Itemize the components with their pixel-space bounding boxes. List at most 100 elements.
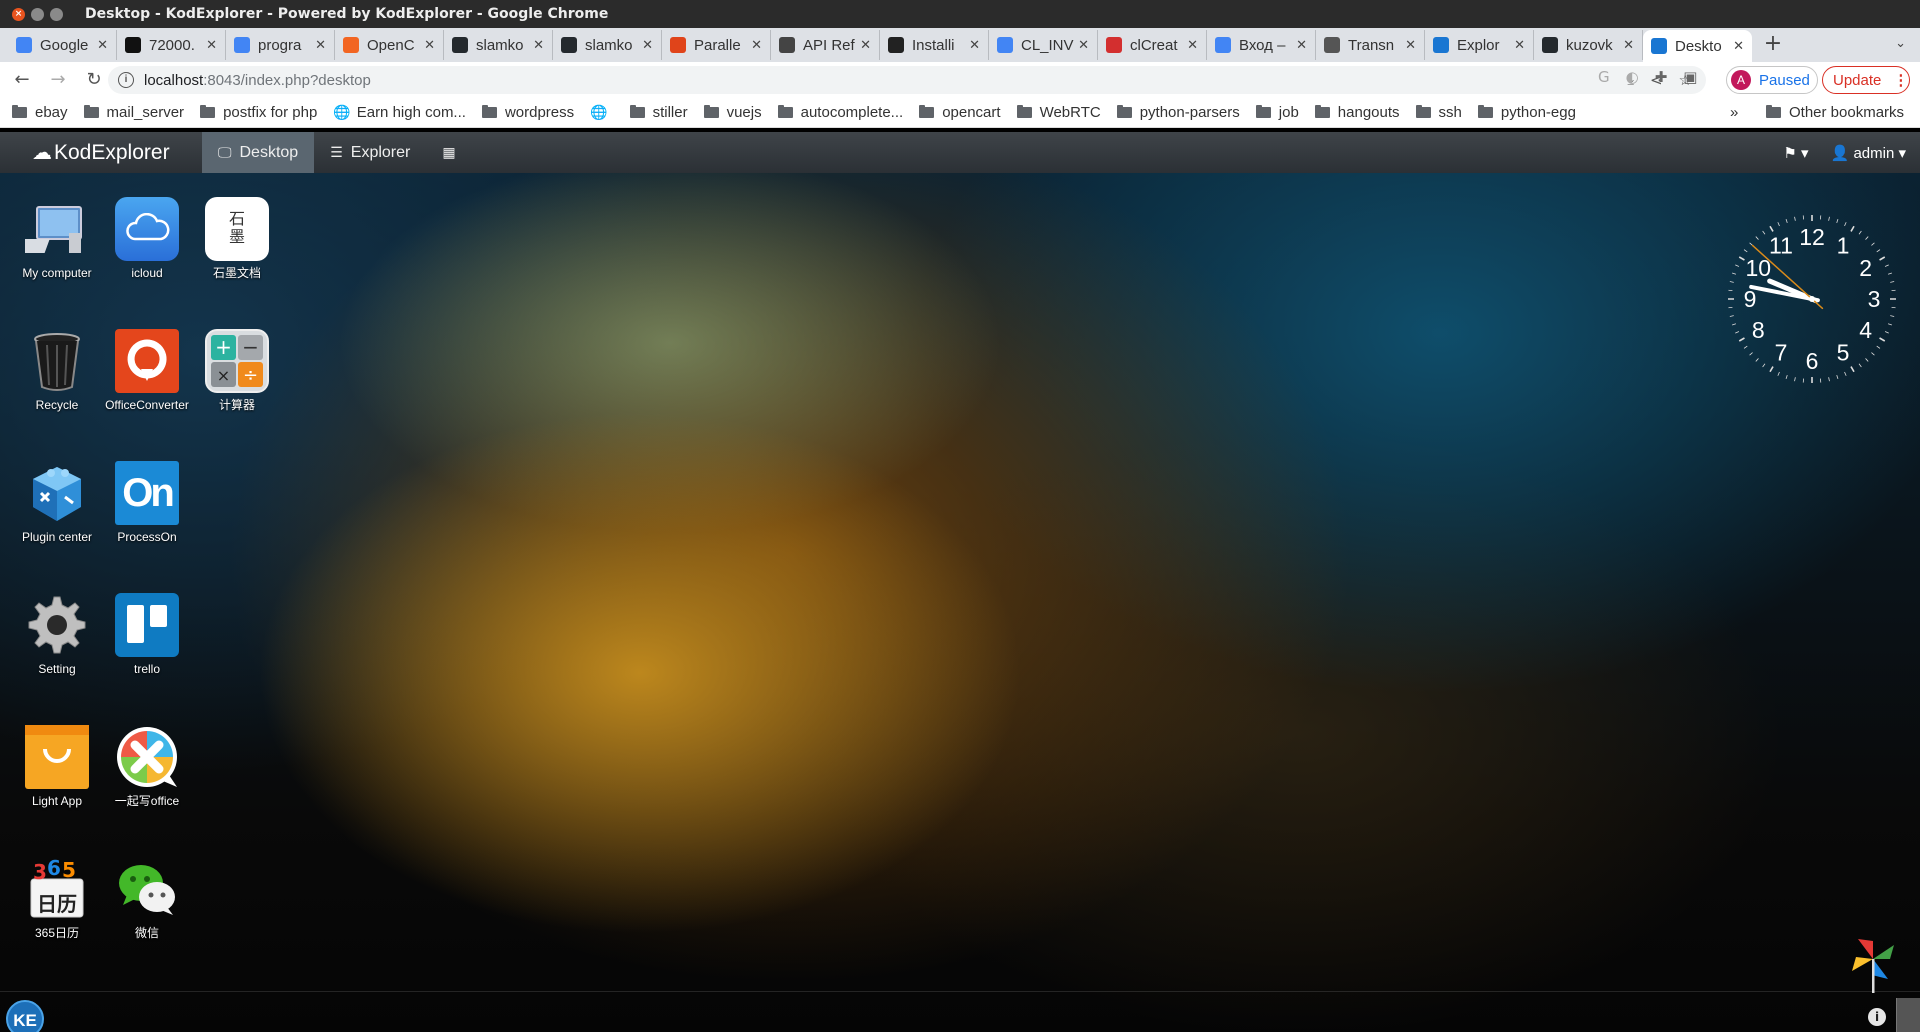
bookmark-label: vuejs: [726, 104, 762, 121]
bookmark-13[interactable]: hangouts: [1314, 104, 1400, 121]
bookmark-12[interactable]: job: [1255, 104, 1299, 121]
address-bar[interactable]: i localhost:8043/index.php?desktop ⤓ ⋖ ☆: [108, 66, 1706, 94]
desktop-icon-wechat[interactable]: 微信: [104, 857, 190, 942]
desktop-icon-officeconverter[interactable]: OfficeConverter: [104, 329, 190, 414]
bookmark-11[interactable]: python-parsers: [1116, 104, 1240, 121]
google-extension-icon[interactable]: G: [1598, 68, 1610, 86]
nav-desktop[interactable]: 🖵 Desktop: [202, 132, 315, 173]
tab-14[interactable]: kuzovk ✕: [1534, 30, 1643, 60]
desktop-icon-setting[interactable]: Setting: [14, 593, 100, 678]
tab-4[interactable]: slamko ✕: [444, 30, 553, 60]
icon-label: 一起写office: [114, 794, 180, 808]
new-tab-button[interactable]: +: [1758, 30, 1788, 60]
tab-5[interactable]: slamko ✕: [553, 30, 662, 60]
kod-brand[interactable]: ☁ KodExplorer: [0, 132, 202, 173]
puzzle-extensions-icon[interactable]: ✚: [1655, 68, 1668, 86]
desktop-icon-processon[interactable]: On ProcessOn: [104, 461, 190, 546]
extension-circle-icon[interactable]: ◐: [1626, 68, 1639, 86]
tab-11[interactable]: Вход – ✕: [1207, 30, 1316, 60]
tab-close-icon[interactable]: ✕: [97, 38, 108, 53]
back-button[interactable]: ←: [8, 66, 36, 94]
site-info-icon[interactable]: i: [118, 72, 134, 88]
desktop-icon-yiqixie[interactable]: 一起写office: [104, 725, 190, 810]
tab-close-icon[interactable]: ✕: [1405, 38, 1416, 53]
tab-1[interactable]: 72000. ✕: [117, 30, 226, 60]
tab-10[interactable]: clCreat ✕: [1098, 30, 1207, 60]
bookmark-8[interactable]: autocomplete...: [777, 104, 903, 121]
bookmark-label: stiller: [652, 104, 688, 121]
tab-12[interactable]: Transn ✕: [1316, 30, 1425, 60]
window-maximize-button[interactable]: [50, 7, 63, 21]
bookmark-15[interactable]: python-egg: [1477, 104, 1576, 121]
update-button[interactable]: Update ⋮: [1822, 66, 1910, 94]
tab-close-icon[interactable]: ✕: [206, 38, 217, 53]
tab-6[interactable]: Paralle ✕: [662, 30, 771, 60]
bookmark-label: Earn high com...: [356, 104, 466, 121]
start-menu-button[interactable]: KE: [6, 1000, 44, 1032]
address-url[interactable]: localhost:8043/index.php?desktop: [144, 72, 371, 89]
tab-0[interactable]: Google ✕: [8, 30, 117, 60]
bookmark-2[interactable]: postfix for php: [200, 104, 317, 121]
flag-dropdown-icon[interactable]: ⚑ ▾: [1783, 144, 1808, 162]
tab-search-chevron-icon[interactable]: ⌄: [1895, 36, 1906, 51]
tab-7[interactable]: API Ref ✕: [771, 30, 880, 60]
bookmark-0[interactable]: ebay: [12, 104, 68, 121]
profile-button[interactable]: A Paused: [1726, 66, 1818, 94]
clock-number: 6: [1806, 348, 1819, 374]
folder-icon: [1016, 105, 1032, 118]
bookmark-10[interactable]: WebRTC: [1016, 104, 1101, 121]
side-panel-icon[interactable]: ▣: [1683, 68, 1697, 86]
bookmark-5[interactable]: 🌐: [590, 104, 613, 121]
tab-close-icon[interactable]: ✕: [533, 38, 544, 53]
bookmark-4[interactable]: wordpress: [481, 104, 574, 121]
reload-button[interactable]: ↻: [80, 66, 108, 94]
tab-9[interactable]: CL_INV ✕: [989, 30, 1098, 60]
user-menu[interactable]: 👤 admin ▾: [1831, 144, 1906, 162]
tab-close-icon[interactable]: ✕: [1078, 38, 1089, 53]
desktop-icon-shimo[interactable]: 石墨 石墨文档: [194, 197, 280, 282]
bookmark-6[interactable]: stiller: [629, 104, 688, 121]
desktop-icon-my-computer[interactable]: My computer: [14, 197, 100, 282]
nav-grid[interactable]: ▦: [426, 132, 471, 173]
tab-close-icon[interactable]: ✕: [642, 38, 653, 53]
tab-close-icon[interactable]: ✕: [1623, 38, 1634, 53]
bookmarks-overflow-button[interactable]: »: [1730, 104, 1738, 121]
show-desktop-button[interactable]: [1896, 998, 1920, 1032]
tab-15[interactable]: Deskto ✕: [1643, 30, 1752, 62]
nav-explorer[interactable]: ☰ Explorer: [314, 132, 426, 173]
tab-close-icon[interactable]: ✕: [751, 38, 762, 53]
tab-13[interactable]: Explor ✕: [1425, 30, 1534, 60]
forward-button[interactable]: →: [44, 66, 72, 94]
window-close-button[interactable]: ×: [12, 7, 25, 21]
bookmark-14[interactable]: ssh: [1415, 104, 1462, 121]
bookmark-7[interactable]: vuejs: [703, 104, 762, 121]
tab-close-icon[interactable]: ✕: [860, 38, 871, 53]
desktop-icon-light-app[interactable]: Light App: [14, 725, 100, 810]
tab-close-icon[interactable]: ✕: [1296, 38, 1307, 53]
office-converter-icon: [115, 329, 179, 393]
desktop-icon-calendar-365[interactable]: 日历 3 6 5 365日历: [14, 857, 100, 942]
desktop-icon-trello[interactable]: trello: [104, 593, 190, 678]
clock-tick: [1769, 366, 1774, 373]
desktop-area[interactable]: My computer icloud 石墨 石墨文档 Recycle Offic…: [0, 173, 1920, 1032]
tab-close-icon[interactable]: ✕: [1514, 38, 1525, 53]
desktop-icon-plugin-center[interactable]: Plugin center: [14, 461, 100, 546]
tab-close-icon[interactable]: ✕: [1733, 39, 1744, 54]
tab-close-icon[interactable]: ✕: [315, 38, 326, 53]
bookmark-9[interactable]: opencart: [919, 104, 1001, 121]
tab-close-icon[interactable]: ✕: [969, 38, 980, 53]
tab-close-icon[interactable]: ✕: [1187, 38, 1198, 53]
bookmark-3[interactable]: 🌐 Earn high com...: [333, 104, 466, 121]
bookmark-1[interactable]: mail_server: [83, 104, 184, 121]
desktop-icon-calculator[interactable]: + − × ÷ 计算器: [194, 329, 280, 414]
tab-3[interactable]: OpenC ✕: [335, 30, 444, 60]
info-icon[interactable]: i: [1868, 1008, 1886, 1026]
window-minimize-button[interactable]: [31, 7, 44, 21]
desktop-icon-recycle[interactable]: Recycle: [14, 329, 100, 414]
desktop-icon-icloud[interactable]: icloud: [104, 197, 190, 282]
pinwheel-icon[interactable]: [1850, 937, 1896, 995]
tab-2[interactable]: progra ✕: [226, 30, 335, 60]
other-bookmarks[interactable]: Other bookmarks: [1766, 104, 1904, 121]
tab-8[interactable]: Installi ✕: [880, 30, 989, 60]
tab-close-icon[interactable]: ✕: [424, 38, 435, 53]
